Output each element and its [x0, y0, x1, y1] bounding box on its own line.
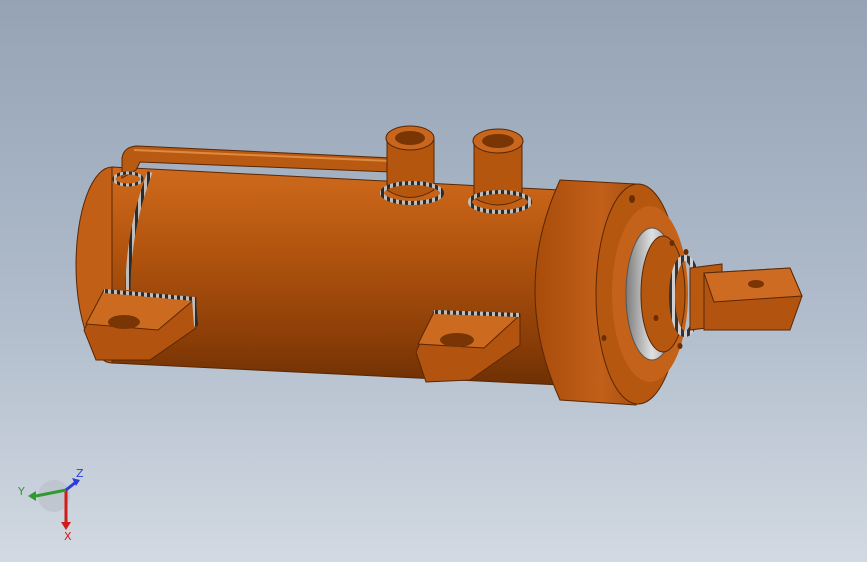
rod-clevis[interactable]: [703, 267, 803, 331]
y-axis-label: Y: [17, 485, 25, 498]
orientation-triad: X Y Z: [17, 467, 84, 542]
hydraulic-cylinder-model[interactable]: [0, 0, 867, 562]
x-axis-arrow: [61, 522, 71, 530]
x-axis-label: X: [64, 530, 72, 542]
cad-viewport[interactable]: X Y Z: [0, 0, 867, 562]
z-axis-line: [65, 480, 77, 492]
z-axis-label: Z: [76, 467, 84, 480]
y-axis-arrow: [28, 491, 36, 501]
gland-inner: [640, 235, 686, 353]
